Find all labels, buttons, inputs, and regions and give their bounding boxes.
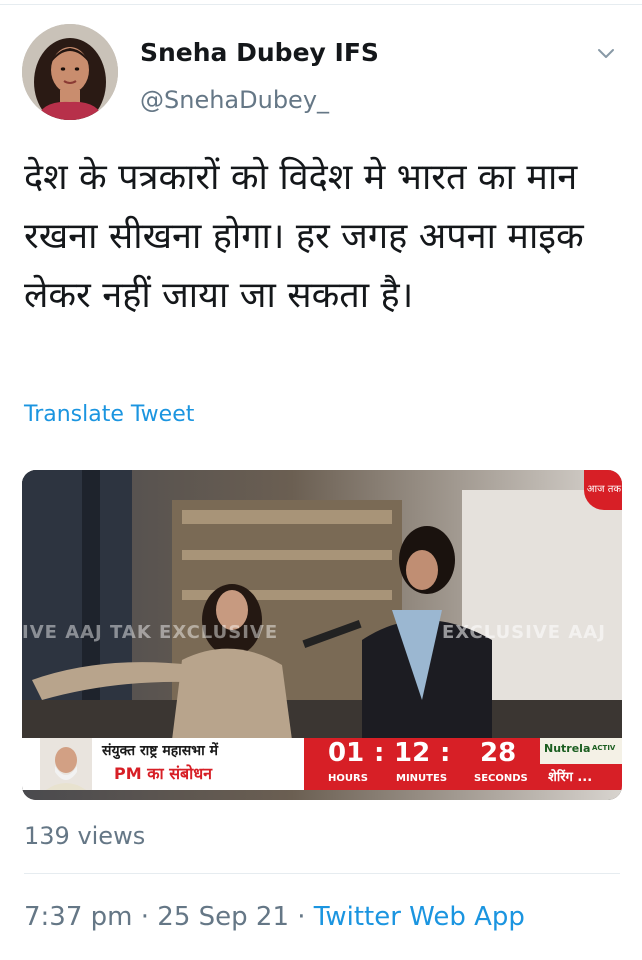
translate-tweet-link[interactable]: Translate Tweet <box>24 402 194 427</box>
author-handle[interactable]: @SnehaDubey_ <box>140 86 329 114</box>
avatar-image <box>22 24 118 120</box>
tweet-text: देश के पत्रकारों को विदेश मे भारत का मान… <box>24 157 584 316</box>
video-media[interactable]: आज तक IVE AAJ TAK EXCLUSIVE EXCLUSIVE AA… <box>22 470 622 800</box>
watermark-left: IVE AAJ TAK EXCLUSIVE <box>22 622 279 643</box>
top-divider <box>0 4 642 5</box>
countdown-hours: 01 <box>328 738 365 768</box>
sponsor-name: Nutrela <box>544 742 591 755</box>
tweet-meta: 7:37 pm · 25 Sep 21 · Twitter Web App <box>24 902 525 932</box>
ticker-text: शेरिंग ... <box>548 770 593 785</box>
author-name[interactable]: Sneha Dubey IFS <box>140 38 379 67</box>
chevron-down-icon[interactable] <box>596 44 616 64</box>
lower-third-line2: PM का संबोधन <box>114 764 213 783</box>
tweet-date: 25 Sep 21 <box>157 902 289 932</box>
watermark-right: EXCLUSIVE AAJ <box>442 622 606 643</box>
sponsor-sub: ACTIV <box>592 744 616 752</box>
countdown-seconds: 28 <box>480 738 517 768</box>
countdown-minutes: 12 <box>394 738 431 768</box>
meta-separator: · <box>297 902 306 932</box>
countdown-colon-2: : <box>440 738 451 768</box>
lower-third-line1: संयुक्त राष्ट्र महासभा में <box>102 743 218 759</box>
tweet-time: 7:37 pm <box>24 902 133 932</box>
label-minutes: MINUTES <box>396 773 448 784</box>
channel-logo: आज तक <box>584 470 622 510</box>
source-app-link[interactable]: Twitter Web App <box>314 902 525 932</box>
meta-divider <box>24 873 620 874</box>
views-count: 139 views <box>24 822 146 850</box>
label-hours: HOURS <box>328 773 368 784</box>
meta-separator: · <box>140 902 150 932</box>
avatar[interactable] <box>22 24 118 120</box>
label-seconds: SECONDS <box>474 773 528 784</box>
channel-logo-text: आज तक <box>586 484 622 495</box>
pm-thumbnail <box>40 738 92 790</box>
countdown-colon-1: : <box>374 738 385 768</box>
